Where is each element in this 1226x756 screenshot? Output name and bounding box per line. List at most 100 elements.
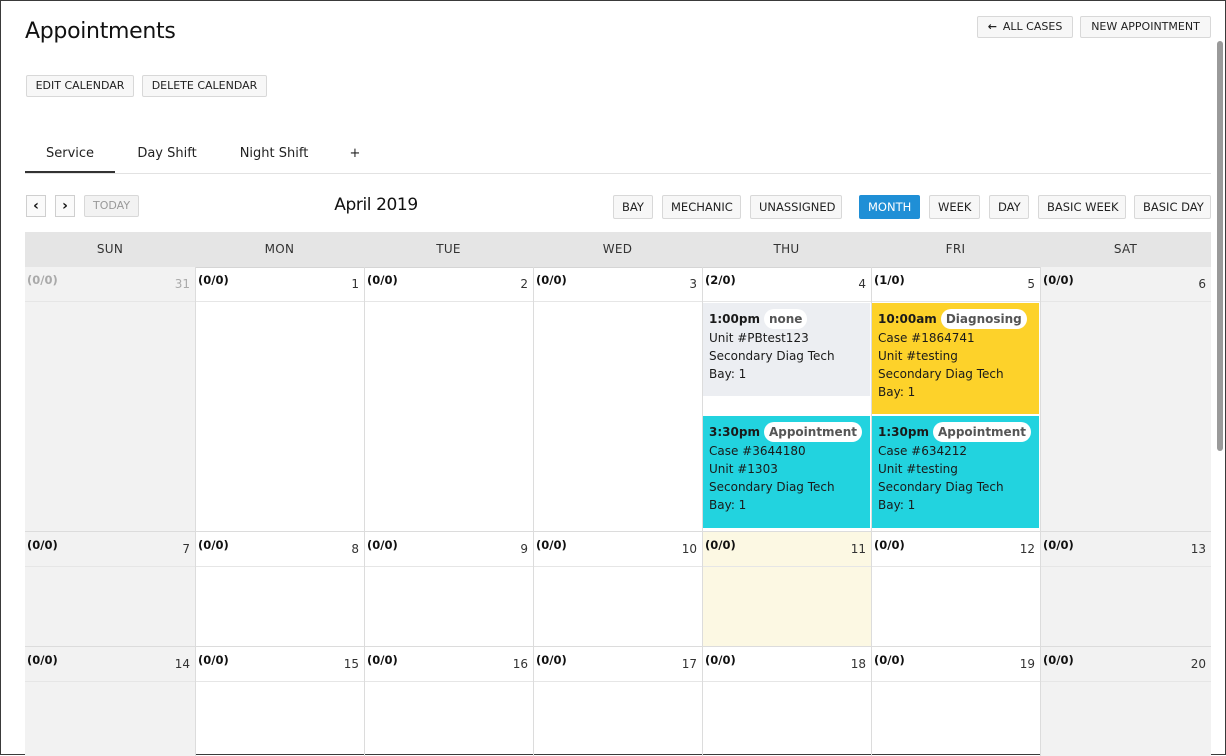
tab-day-shift[interactable]: Day Shift bbox=[125, 141, 209, 171]
event-detail-line: Bay: 1 bbox=[709, 367, 747, 381]
week-view-button[interactable]: WEEK bbox=[929, 195, 980, 219]
bay-button[interactable]: BAY bbox=[613, 195, 653, 219]
day-cell[interactable]: (0/0) 17 bbox=[533, 647, 702, 756]
next-month-button[interactable]: › bbox=[55, 195, 75, 217]
unassigned-button[interactable]: UNASSIGNED bbox=[750, 195, 842, 219]
appointment-count: (2/0) bbox=[705, 273, 736, 287]
day-cell[interactable]: (0/0) 18 bbox=[702, 647, 871, 756]
day-number[interactable]: 16 bbox=[513, 657, 528, 671]
day-cell[interactable]: (0/0) 16 bbox=[364, 647, 533, 756]
appointment-event[interactable]: 10:00am Diagnosing Case #1864741 Unit #test… bbox=[872, 303, 1039, 414]
day-cell[interactable]: (0/0) 14 bbox=[25, 647, 195, 756]
appointment-event[interactable]: 1:00pm none Unit #PBtest123 Secondary Diag … bbox=[703, 303, 870, 396]
day-number[interactable]: 17 bbox=[682, 657, 697, 671]
tab-add[interactable]: + bbox=[341, 141, 369, 171]
event-detail-line: Unit #PBtest123 bbox=[709, 331, 809, 345]
appointment-count: (0/0) bbox=[874, 538, 905, 552]
day-cell-header: (0/0) 15 bbox=[196, 647, 364, 682]
day-view-button[interactable]: DAY bbox=[989, 195, 1029, 219]
day-cell[interactable]: (0/0) 3 bbox=[533, 267, 702, 532]
day-cell[interactable]: (0/0) 20 bbox=[1040, 647, 1211, 756]
appointment-count: (0/0) bbox=[536, 273, 567, 287]
month-view-button[interactable]: MONTH bbox=[859, 195, 920, 219]
day-cell[interactable]: (0/0) 15 bbox=[195, 647, 364, 756]
day-number[interactable]: 7 bbox=[182, 542, 190, 556]
weekday-header-sun: SUN bbox=[96, 242, 124, 256]
day-cell[interactable]: (0/0) 10 bbox=[533, 532, 702, 647]
day-cell-header: (0/0) 3 bbox=[534, 267, 702, 302]
day-number[interactable]: 8 bbox=[351, 542, 359, 556]
all-cases-button[interactable]: ← ALL CASES bbox=[977, 16, 1073, 38]
edit-calendar-button[interactable]: EDIT CALENDAR bbox=[26, 75, 134, 97]
chevron-right-icon: › bbox=[62, 198, 68, 214]
day-cell-header: (0/0) 10 bbox=[534, 532, 702, 567]
event-title-row: 1:30pm Appointment bbox=[878, 422, 1033, 442]
event-detail-line: Secondary Diag Tech bbox=[709, 349, 835, 363]
appointment-count: (0/0) bbox=[367, 273, 398, 287]
appointment-event[interactable]: 1:30pm Appointment Case #634212 Unit #testi… bbox=[872, 416, 1039, 528]
day-cell[interactable]: (0/0) 1 bbox=[195, 267, 364, 532]
event-status-badge: Diagnosing bbox=[940, 309, 1027, 329]
calendar-tabs: Service Day Shift Night Shift + bbox=[25, 141, 1211, 174]
day-cell-header: (1/0) 5 bbox=[872, 267, 1040, 302]
day-number[interactable]: 9 bbox=[520, 542, 528, 556]
day-cell[interactable]: (0/0) 7 bbox=[25, 532, 195, 647]
day-number[interactable]: 12 bbox=[1020, 542, 1035, 556]
day-cell-header: (0/0) 19 bbox=[872, 647, 1040, 682]
day-number[interactable]: 5 bbox=[1027, 277, 1035, 291]
appointment-count: (0/0) bbox=[536, 538, 567, 552]
new-appointment-button[interactable]: NEW APPOINTMENT bbox=[1080, 16, 1211, 38]
day-cell[interactable]: (0/0) 9 bbox=[364, 532, 533, 647]
day-number[interactable]: 20 bbox=[1191, 657, 1206, 671]
day-number[interactable]: 15 bbox=[344, 657, 359, 671]
day-cell-header: (0/0) 6 bbox=[1041, 267, 1211, 302]
day-number[interactable]: 13 bbox=[1191, 542, 1206, 556]
appointment-event[interactable]: 3:30pm Appointment Case #3644180 Unit #1303… bbox=[703, 416, 870, 528]
weekday-header-sat: SAT bbox=[1113, 242, 1138, 256]
event-detail-line: Bay: 1 bbox=[878, 385, 916, 399]
today-button[interactable]: TODAY bbox=[84, 195, 139, 217]
day-number[interactable]: 6 bbox=[1198, 277, 1206, 291]
day-cell[interactable]: (0/0) 31 bbox=[25, 267, 195, 532]
event-status-badge: Appointment bbox=[763, 422, 862, 442]
day-cell[interactable]: (0/0) 19 bbox=[871, 647, 1040, 756]
chevron-left-icon: ‹ bbox=[33, 198, 39, 214]
day-cell[interactable]: (0/0) 6 bbox=[1040, 267, 1211, 532]
day-number[interactable]: 2 bbox=[520, 277, 528, 291]
event-detail-line: Secondary Diag Tech bbox=[878, 367, 1004, 381]
event-time: 10:00am bbox=[878, 312, 937, 326]
day-number[interactable]: 19 bbox=[1020, 657, 1035, 671]
tab-service[interactable]: Service bbox=[25, 141, 115, 173]
appointment-count: (0/0) bbox=[27, 273, 58, 287]
appointment-count: (0/0) bbox=[367, 538, 398, 552]
day-number[interactable]: 31 bbox=[175, 277, 190, 291]
day-cell[interactable]: (0/0) 11 bbox=[702, 532, 871, 647]
weekday-header-row: SUN MON TUE WED THU FRI SAT bbox=[25, 232, 1211, 268]
day-number[interactable]: 4 bbox=[858, 277, 866, 291]
day-number[interactable]: 11 bbox=[851, 542, 866, 556]
event-title-row: 1:00pm none bbox=[709, 309, 864, 329]
weekday-header-fri: FRI bbox=[945, 242, 966, 256]
basic-week-view-button[interactable]: BASIC WEEK bbox=[1038, 195, 1126, 219]
arrow-left-icon: ← bbox=[987, 20, 997, 33]
day-number[interactable]: 3 bbox=[689, 277, 697, 291]
event-detail-line: Secondary Diag Tech bbox=[709, 480, 835, 494]
day-cell-header: (0/0) 13 bbox=[1041, 532, 1211, 567]
day-cell[interactable]: (0/0) 8 bbox=[195, 532, 364, 647]
appointment-count: (0/0) bbox=[198, 273, 229, 287]
mechanic-button[interactable]: MECHANIC bbox=[662, 195, 741, 219]
basic-day-view-button[interactable]: BASIC DAY bbox=[1134, 195, 1211, 219]
day-number[interactable]: 1 bbox=[351, 277, 359, 291]
day-cell[interactable]: (0/0) 2 bbox=[364, 267, 533, 532]
day-cell[interactable]: (0/0) 13 bbox=[1040, 532, 1211, 647]
prev-month-button[interactable]: ‹ bbox=[26, 195, 46, 217]
page-scrollbar[interactable] bbox=[1217, 41, 1223, 451]
day-cell[interactable]: (0/0) 12 bbox=[871, 532, 1040, 647]
tab-night-shift[interactable]: Night Shift bbox=[225, 141, 323, 171]
day-number[interactable]: 18 bbox=[851, 657, 866, 671]
day-cell-header: (0/0) 14 bbox=[25, 647, 195, 682]
day-number[interactable]: 10 bbox=[682, 542, 697, 556]
day-number[interactable]: 14 bbox=[175, 657, 190, 671]
event-detail-line: Case #3644180 bbox=[709, 444, 806, 458]
delete-calendar-button[interactable]: DELETE CALENDAR bbox=[142, 75, 267, 97]
